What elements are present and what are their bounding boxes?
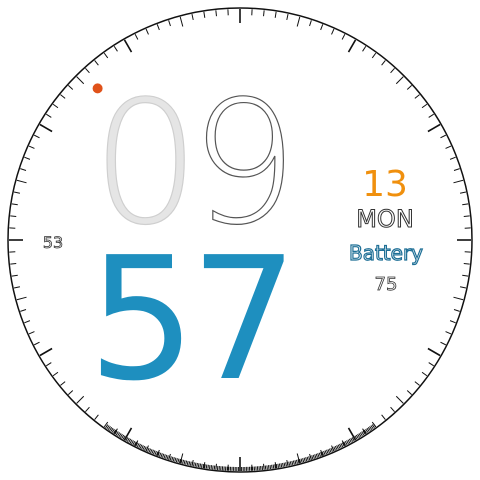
dial-fine-tick xyxy=(277,463,280,468)
dial-fine-tick xyxy=(210,465,213,470)
dial-fine-tick xyxy=(280,463,283,468)
dial-fine-tick xyxy=(197,463,200,468)
weekday-label: MON xyxy=(356,205,414,233)
dial-fine-tick xyxy=(200,463,203,468)
dial-fine-tick xyxy=(274,464,276,469)
dial-tick xyxy=(463,215,470,217)
dial-fine-tick xyxy=(269,464,272,470)
dial-tick xyxy=(263,10,265,17)
minute-digits: 57 xyxy=(88,221,292,419)
dial-fine-tick xyxy=(275,464,278,469)
date-day: 13 xyxy=(362,164,408,205)
dial-fine-tick xyxy=(208,464,211,470)
battery-value: 75 xyxy=(375,274,398,295)
dial-tick xyxy=(463,263,470,265)
dial-fine-tick xyxy=(278,463,281,468)
dial-tick xyxy=(10,263,17,265)
dial-fine-tick xyxy=(272,464,275,469)
dial-tick xyxy=(215,10,217,17)
seconds-side-text: 53 xyxy=(43,233,63,252)
dial-tick xyxy=(10,215,17,217)
dial-fine-tick xyxy=(267,465,270,470)
dial-fine-tick xyxy=(202,464,205,469)
battery-label: Battery xyxy=(349,241,423,265)
dial-fine-tick xyxy=(199,463,202,468)
dial-fine-tick xyxy=(204,464,206,469)
dial-fine-tick xyxy=(271,464,273,469)
watch-face: 09 57 53 13 MON Battery 75 xyxy=(7,7,473,473)
dial-fine-tick xyxy=(207,464,209,469)
dial-fine-tick xyxy=(205,464,208,469)
